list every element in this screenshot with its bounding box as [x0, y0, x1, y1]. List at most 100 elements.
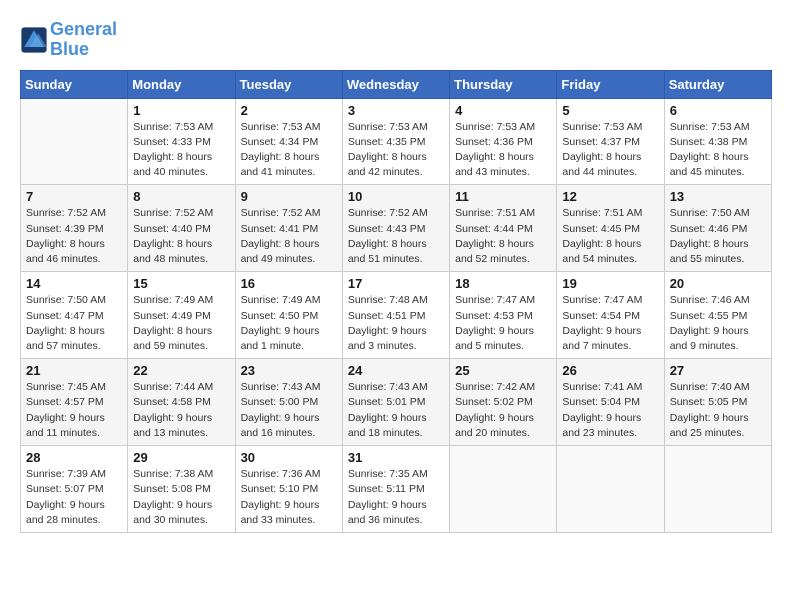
day-number: 31	[348, 450, 444, 465]
day-info: Sunrise: 7:53 AM Sunset: 4:36 PM Dayligh…	[455, 120, 551, 181]
day-number: 16	[241, 276, 337, 291]
day-number: 9	[241, 189, 337, 204]
day-info: Sunrise: 7:36 AM Sunset: 5:10 PM Dayligh…	[241, 467, 337, 528]
day-info: Sunrise: 7:49 AM Sunset: 4:50 PM Dayligh…	[241, 293, 337, 354]
calendar-cell: 7 Sunrise: 7:52 AM Sunset: 4:39 PM Daylig…	[21, 185, 128, 272]
day-number: 22	[133, 363, 229, 378]
day-number: 19	[562, 276, 658, 291]
day-number: 8	[133, 189, 229, 204]
logo-text: General Blue	[50, 20, 117, 60]
calendar-cell: 10Sunrise: 7:52 AM Sunset: 4:43 PM Dayli…	[342, 185, 449, 272]
day-info: Sunrise: 7:44 AM Sunset: 4:58 PM Dayligh…	[133, 380, 229, 441]
header-cell-friday: Friday	[557, 70, 664, 98]
day-number: 23	[241, 363, 337, 378]
calendar-cell: 13 Sunrise: 7:50 AM Sunset: 4:46 PM Dayli…	[664, 185, 771, 272]
day-info: Sunrise: 7:35 AM Sunset: 5:11 PM Dayligh…	[348, 467, 444, 528]
day-number: 18	[455, 276, 551, 291]
day-info: Sunrise: 7:40 AM Sunset: 5:05 PM Dayligh…	[670, 380, 766, 441]
day-info: Sunrise: 7:51 AM Sunset: 4:44 PM Dayligh…	[455, 206, 551, 267]
calendar-cell: 8 Sunrise: 7:52 AM Sunset: 4:40 PM Daylig…	[128, 185, 235, 272]
day-info: Sunrise: 7:53 AM Sunset: 4:37 PM Dayligh…	[562, 120, 658, 181]
day-number: 25	[455, 363, 551, 378]
calendar-header: SundayMondayTuesdayWednesdayThursdayFrid…	[21, 70, 772, 98]
day-info: Sunrise: 7:51 AM Sunset: 4:45 PM Dayligh…	[562, 206, 658, 267]
calendar-cell	[664, 446, 771, 533]
day-info: Sunrise: 7:43 AM Sunset: 5:01 PM Dayligh…	[348, 380, 444, 441]
week-row-4: 21Sunrise: 7:45 AM Sunset: 4:57 PM Dayli…	[21, 359, 772, 446]
day-number: 12	[562, 189, 658, 204]
day-info: Sunrise: 7:48 AM Sunset: 4:51 PM Dayligh…	[348, 293, 444, 354]
day-info: Sunrise: 7:53 AM Sunset: 4:34 PM Dayligh…	[241, 120, 337, 181]
calendar-cell: 21Sunrise: 7:45 AM Sunset: 4:57 PM Dayli…	[21, 359, 128, 446]
day-number: 1	[133, 103, 229, 118]
day-info: Sunrise: 7:53 AM Sunset: 4:33 PM Dayligh…	[133, 120, 229, 181]
calendar-cell: 3Sunrise: 7:53 AM Sunset: 4:35 PM Daylig…	[342, 98, 449, 185]
day-number: 26	[562, 363, 658, 378]
day-number: 5	[562, 103, 658, 118]
day-info: Sunrise: 7:41 AM Sunset: 5:04 PM Dayligh…	[562, 380, 658, 441]
day-number: 20	[670, 276, 766, 291]
day-number: 11	[455, 189, 551, 204]
calendar-cell: 2 Sunrise: 7:53 AM Sunset: 4:34 PM Daylig…	[235, 98, 342, 185]
calendar-cell	[450, 446, 557, 533]
day-info: Sunrise: 7:50 AM Sunset: 4:46 PM Dayligh…	[670, 206, 766, 267]
calendar-cell: 28Sunrise: 7:39 AM Sunset: 5:07 PM Dayli…	[21, 446, 128, 533]
calendar-cell: 11 Sunrise: 7:51 AM Sunset: 4:44 PM Dayli…	[450, 185, 557, 272]
day-number: 17	[348, 276, 444, 291]
calendar-cell: 15 Sunrise: 7:49 AM Sunset: 4:49 PM Dayli…	[128, 272, 235, 359]
calendar-cell: 25 Sunrise: 7:42 AM Sunset: 5:02 PM Dayli…	[450, 359, 557, 446]
calendar-cell: 19 Sunrise: 7:47 AM Sunset: 4:54 PM Dayli…	[557, 272, 664, 359]
day-number: 30	[241, 450, 337, 465]
logo-icon	[20, 26, 48, 54]
day-number: 13	[670, 189, 766, 204]
calendar-cell: 12 Sunrise: 7:51 AM Sunset: 4:45 PM Dayli…	[557, 185, 664, 272]
day-info: Sunrise: 7:49 AM Sunset: 4:49 PM Dayligh…	[133, 293, 229, 354]
week-row-2: 7 Sunrise: 7:52 AM Sunset: 4:39 PM Daylig…	[21, 185, 772, 272]
day-number: 21	[26, 363, 122, 378]
header-cell-saturday: Saturday	[664, 70, 771, 98]
header: General Blue	[20, 20, 772, 60]
day-info: Sunrise: 7:52 AM Sunset: 4:39 PM Dayligh…	[26, 206, 122, 267]
calendar-cell: 1 Sunrise: 7:53 AM Sunset: 4:33 PM Daylig…	[128, 98, 235, 185]
header-cell-sunday: Sunday	[21, 70, 128, 98]
day-info: Sunrise: 7:52 AM Sunset: 4:40 PM Dayligh…	[133, 206, 229, 267]
day-number: 29	[133, 450, 229, 465]
calendar-cell	[557, 446, 664, 533]
calendar-cell: 14Sunrise: 7:50 AM Sunset: 4:47 PM Dayli…	[21, 272, 128, 359]
calendar-cell: 30 Sunrise: 7:36 AM Sunset: 5:10 PM Dayli…	[235, 446, 342, 533]
calendar-cell: 31 Sunrise: 7:35 AM Sunset: 5:11 PM Dayli…	[342, 446, 449, 533]
calendar-body: 1 Sunrise: 7:53 AM Sunset: 4:33 PM Daylig…	[21, 98, 772, 532]
day-number: 15	[133, 276, 229, 291]
day-info: Sunrise: 7:47 AM Sunset: 4:54 PM Dayligh…	[562, 293, 658, 354]
header-cell-monday: Monday	[128, 70, 235, 98]
day-info: Sunrise: 7:43 AM Sunset: 5:00 PM Dayligh…	[241, 380, 337, 441]
day-info: Sunrise: 7:52 AM Sunset: 4:41 PM Dayligh…	[241, 206, 337, 267]
day-number: 27	[670, 363, 766, 378]
day-info: Sunrise: 7:53 AM Sunset: 4:38 PM Dayligh…	[670, 120, 766, 181]
day-number: 6	[670, 103, 766, 118]
calendar-cell	[21, 98, 128, 185]
day-number: 2	[241, 103, 337, 118]
day-info: Sunrise: 7:50 AM Sunset: 4:47 PM Dayligh…	[26, 293, 122, 354]
calendar-cell: 27 Sunrise: 7:40 AM Sunset: 5:05 PM Dayli…	[664, 359, 771, 446]
week-row-5: 28Sunrise: 7:39 AM Sunset: 5:07 PM Dayli…	[21, 446, 772, 533]
calendar-cell: 22 Sunrise: 7:44 AM Sunset: 4:58 PM Dayli…	[128, 359, 235, 446]
day-info: Sunrise: 7:38 AM Sunset: 5:08 PM Dayligh…	[133, 467, 229, 528]
header-row: SundayMondayTuesdayWednesdayThursdayFrid…	[21, 70, 772, 98]
day-number: 10	[348, 189, 444, 204]
logo: General Blue	[20, 20, 117, 60]
calendar-table: SundayMondayTuesdayWednesdayThursdayFrid…	[20, 70, 772, 533]
day-number: 7	[26, 189, 122, 204]
day-info: Sunrise: 7:42 AM Sunset: 5:02 PM Dayligh…	[455, 380, 551, 441]
day-number: 3	[348, 103, 444, 118]
calendar-cell: 6 Sunrise: 7:53 AM Sunset: 4:38 PM Daylig…	[664, 98, 771, 185]
day-info: Sunrise: 7:46 AM Sunset: 4:55 PM Dayligh…	[670, 293, 766, 354]
calendar-cell: 16 Sunrise: 7:49 AM Sunset: 4:50 PM Dayli…	[235, 272, 342, 359]
week-row-3: 14Sunrise: 7:50 AM Sunset: 4:47 PM Dayli…	[21, 272, 772, 359]
calendar-cell: 26 Sunrise: 7:41 AM Sunset: 5:04 PM Dayli…	[557, 359, 664, 446]
calendar-cell: 17 Sunrise: 7:48 AM Sunset: 4:51 PM Dayli…	[342, 272, 449, 359]
header-cell-wednesday: Wednesday	[342, 70, 449, 98]
calendar-cell: 29 Sunrise: 7:38 AM Sunset: 5:08 PM Dayli…	[128, 446, 235, 533]
calendar-cell: 23 Sunrise: 7:43 AM Sunset: 5:00 PM Dayli…	[235, 359, 342, 446]
header-cell-tuesday: Tuesday	[235, 70, 342, 98]
